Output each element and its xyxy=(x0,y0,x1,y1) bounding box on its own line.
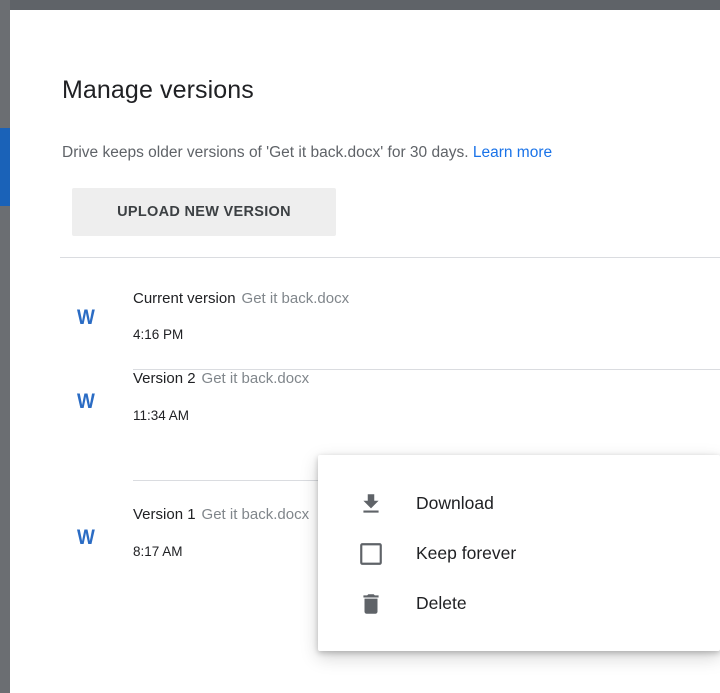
version-context-menu: Download Keep forever Delete xyxy=(318,455,720,651)
menu-item-download[interactable]: Download xyxy=(318,481,720,525)
description-text: Drive keeps older versions of 'Get it ba… xyxy=(62,144,469,161)
word-icon: W xyxy=(76,306,95,329)
download-icon xyxy=(363,494,379,513)
version-name-line: Version 1 Get it back.docx xyxy=(133,506,309,523)
learn-more-link[interactable]: Learn more xyxy=(473,144,552,161)
version-name-line: Version 2 Get it back.docx xyxy=(133,370,309,387)
menu-item-label: Keep forever xyxy=(416,543,517,563)
word-icon: W xyxy=(76,390,95,413)
window-frame-left xyxy=(0,0,10,693)
dialog-title: Manage versions xyxy=(62,76,254,104)
section-divider xyxy=(60,257,720,258)
trash-icon xyxy=(363,594,379,614)
version-name-line: Current version Get it back.docx xyxy=(133,290,349,307)
version-label: Current version xyxy=(133,290,236,307)
menu-item-keep-forever[interactable]: Keep forever xyxy=(318,531,720,575)
menu-item-label: Delete xyxy=(416,593,467,613)
version-label: Version 2 xyxy=(133,370,196,387)
window-frame-top xyxy=(0,0,720,10)
menu-item-delete[interactable]: Delete xyxy=(318,581,720,625)
checkbox-icon[interactable] xyxy=(358,541,384,567)
version-time: 11:34 AM xyxy=(133,408,190,423)
word-icon: W xyxy=(76,526,95,549)
version-file-name: Get it back.docx xyxy=(201,506,310,523)
upload-new-version-button[interactable]: UPLOAD NEW VERSION xyxy=(72,188,336,236)
window-frame-accent xyxy=(0,128,10,206)
version-time: 8:17 AM xyxy=(133,544,183,559)
version-row-current[interactable]: W Current version Get it back.docx 4:16 P… xyxy=(60,268,720,370)
dialog-description: Drive keeps older versions of 'Get it ba… xyxy=(62,144,552,162)
version-file-name: Get it back.docx xyxy=(201,370,310,387)
version-file-name: Get it back.docx xyxy=(241,290,350,307)
version-time: 4:16 PM xyxy=(133,327,184,342)
menu-item-label: Download xyxy=(416,493,494,513)
version-label: Version 1 xyxy=(133,506,196,523)
